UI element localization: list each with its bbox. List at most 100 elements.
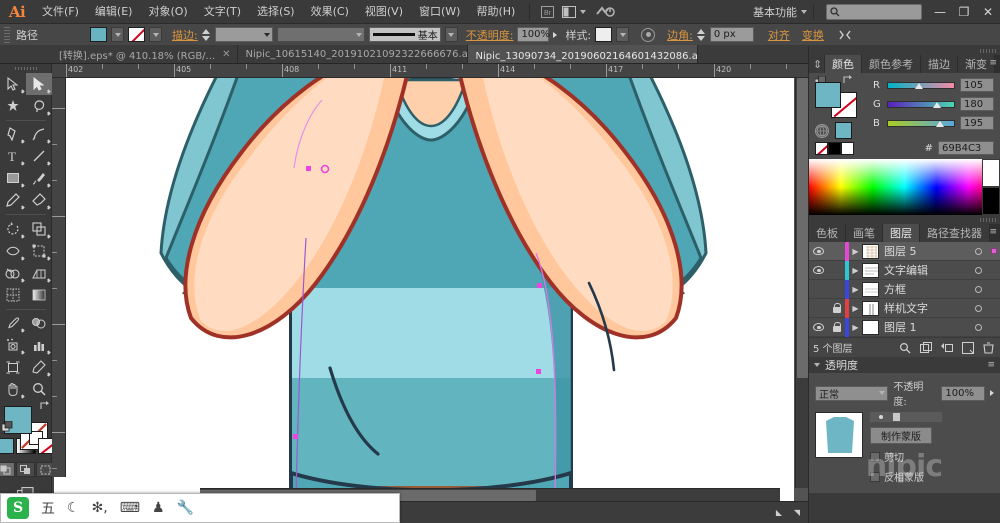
nav-next-icon[interactable]: ◥ (790, 506, 804, 520)
transparency-artwork-thumbnail[interactable] (815, 412, 863, 458)
ime-mode-button[interactable]: 五 (41, 498, 55, 518)
menu-help[interactable]: 帮助(H) (468, 0, 523, 24)
make-mask-button[interactable]: 制作蒙版 (870, 427, 932, 444)
arrange-documents-icon[interactable] (558, 0, 580, 24)
ime-logo[interactable]: S (7, 497, 29, 519)
width-tool[interactable] (0, 240, 26, 262)
shape-builder-tool[interactable] (0, 262, 26, 284)
tshirt-character-illustration[interactable] (66, 78, 794, 501)
document-tab-2[interactable]: Nipic_10615140_20191021092322666676.ai* … (238, 45, 491, 63)
perspective-grid-tool[interactable] (26, 262, 52, 284)
layer-expand-icon[interactable]: ▶ (849, 247, 862, 256)
nav-prev-icon[interactable]: ◣ (772, 506, 786, 520)
draw-behind-button[interactable] (16, 462, 35, 477)
minimize-button[interactable]: — (928, 0, 952, 24)
menu-file[interactable]: 文件(F) (34, 0, 87, 24)
invert-mask-checkbox[interactable]: 反相蒙版 (870, 469, 942, 484)
tools-panel-grip[interactable] (14, 67, 37, 70)
layer-row[interactable]: ▶ 图层 5 (809, 241, 1000, 261)
magic-wand-tool[interactable] (0, 95, 26, 117)
fill-dropdown[interactable] (111, 27, 124, 42)
color-panel-menu-icon[interactable]: ≡ (989, 58, 997, 68)
graphic-style-swatch[interactable] (595, 27, 613, 42)
blend-mode-select[interactable]: 正常 (815, 385, 889, 401)
mesh-tool[interactable] (0, 284, 26, 306)
layer-target-button[interactable] (970, 247, 987, 255)
rotate-tool[interactable] (0, 218, 26, 240)
ime-sparkle-icon[interactable]: ✻, (92, 500, 108, 516)
corner-radius-input[interactable]: 0 px (709, 27, 754, 42)
menu-type[interactable]: 文字(T) (196, 0, 249, 24)
black-swatch[interactable] (828, 141, 841, 155)
opacity-label[interactable]: 不透明度: (466, 27, 514, 43)
layer-lock-toggle[interactable] (828, 322, 845, 332)
swap-fill-stroke-icon[interactable] (38, 400, 50, 414)
layer-expand-icon[interactable]: ▶ (849, 266, 862, 275)
stroke-weight-label[interactable]: 描边: (172, 27, 198, 43)
stock-icon[interactable] (594, 0, 616, 24)
new-layer-icon[interactable] (960, 340, 975, 355)
stroke-weight-combo[interactable] (214, 27, 273, 42)
stroke-dropdown[interactable] (149, 27, 162, 42)
layers-panel-menu-icon[interactable]: ≡ (989, 227, 997, 237)
line-segment-tool[interactable] (26, 145, 52, 167)
lasso-tool[interactable] (26, 95, 52, 117)
free-transform-tool[interactable] (26, 240, 52, 262)
corner-label[interactable]: 边角: (667, 27, 693, 43)
vertical-ruler[interactable] (52, 78, 66, 501)
default-fill-stroke-icon[interactable] (1, 420, 13, 432)
tab-color[interactable]: 颜色 (825, 55, 862, 73)
layer-visibility-toggle[interactable] (809, 323, 828, 331)
layer-target-button[interactable] (970, 285, 987, 293)
tab-layers[interactable]: 图层 (883, 224, 920, 242)
hex-input[interactable]: 69B4C3 (938, 141, 994, 155)
opacity-expand-icon[interactable] (553, 31, 558, 38)
workspace-name[interactable]: 基本功能 (749, 4, 801, 20)
close-button[interactable]: ✕ (976, 0, 1000, 24)
g-slider[interactable] (887, 100, 955, 108)
color-panel-collapse-icon[interactable]: ⇕ (809, 55, 825, 73)
stroke-weight-stepper[interactable] (202, 27, 211, 42)
horizontal-ruler[interactable]: 402 405 408 411 414 417 420 (52, 64, 808, 78)
style-dropdown[interactable] (616, 27, 630, 42)
eraser-tool[interactable] (26, 189, 52, 211)
gradient-tool[interactable] (26, 284, 52, 306)
scrollbar-thumb[interactable] (797, 78, 808, 378)
restore-button[interactable]: ❐ (952, 0, 976, 24)
panel-fill-swatch[interactable] (815, 82, 841, 108)
document-canvas[interactable]: 402 405 408 411 414 417 420 (52, 64, 808, 501)
layer-row[interactable]: ▶ 样机文字 (809, 298, 1000, 318)
align-horizontal-icon[interactable] (834, 23, 856, 47)
document-tab-1[interactable]: [转换].eps* @ 410.18% (RGB/... ✕ (52, 45, 239, 63)
column-graph-tool[interactable] (26, 334, 52, 356)
selection-tool[interactable] (0, 73, 26, 95)
menu-select[interactable]: 选择(S) (249, 0, 303, 24)
clip-checkbox[interactable]: 剪切 (870, 449, 942, 464)
layer-name[interactable]: 图层 1 (884, 319, 970, 335)
symbol-sprayer-tool[interactable] (0, 334, 26, 356)
layer-expand-icon[interactable]: ▶ (849, 304, 862, 313)
delete-layer-icon[interactable] (981, 340, 996, 355)
layer-name[interactable]: 方框 (884, 281, 970, 297)
direct-selection-tool[interactable] (25, 72, 52, 95)
search-input[interactable] (826, 3, 922, 20)
menu-window[interactable]: 窗口(W) (411, 0, 468, 24)
menu-edit[interactable]: 编辑(E) (87, 0, 141, 24)
fill-stroke-indicator[interactable] (1, 401, 49, 450)
make-sublayer-icon[interactable] (918, 340, 933, 355)
b-value[interactable]: 195 (960, 116, 994, 130)
new-sublayer-icon[interactable] (939, 340, 954, 355)
menu-effect[interactable]: 效果(C) (303, 0, 357, 24)
tab-swatches[interactable]: 色板 (809, 224, 846, 242)
transparency-opacity-expand-icon[interactable] (990, 390, 994, 396)
rectangle-tool[interactable] (0, 167, 26, 189)
mask-opacity-slider[interactable] (870, 412, 942, 422)
pen-tool[interactable] (0, 123, 26, 145)
zoom-tool[interactable] (26, 378, 52, 400)
profile-dropdown[interactable] (444, 27, 458, 42)
current-color-swatch[interactable] (835, 122, 852, 139)
r-value[interactable]: 105 (960, 78, 994, 92)
eyedropper-tool[interactable] (0, 312, 26, 334)
slice-tool[interactable] (26, 356, 52, 378)
ime-keyboard-icon[interactable]: ⌨ (120, 500, 140, 516)
